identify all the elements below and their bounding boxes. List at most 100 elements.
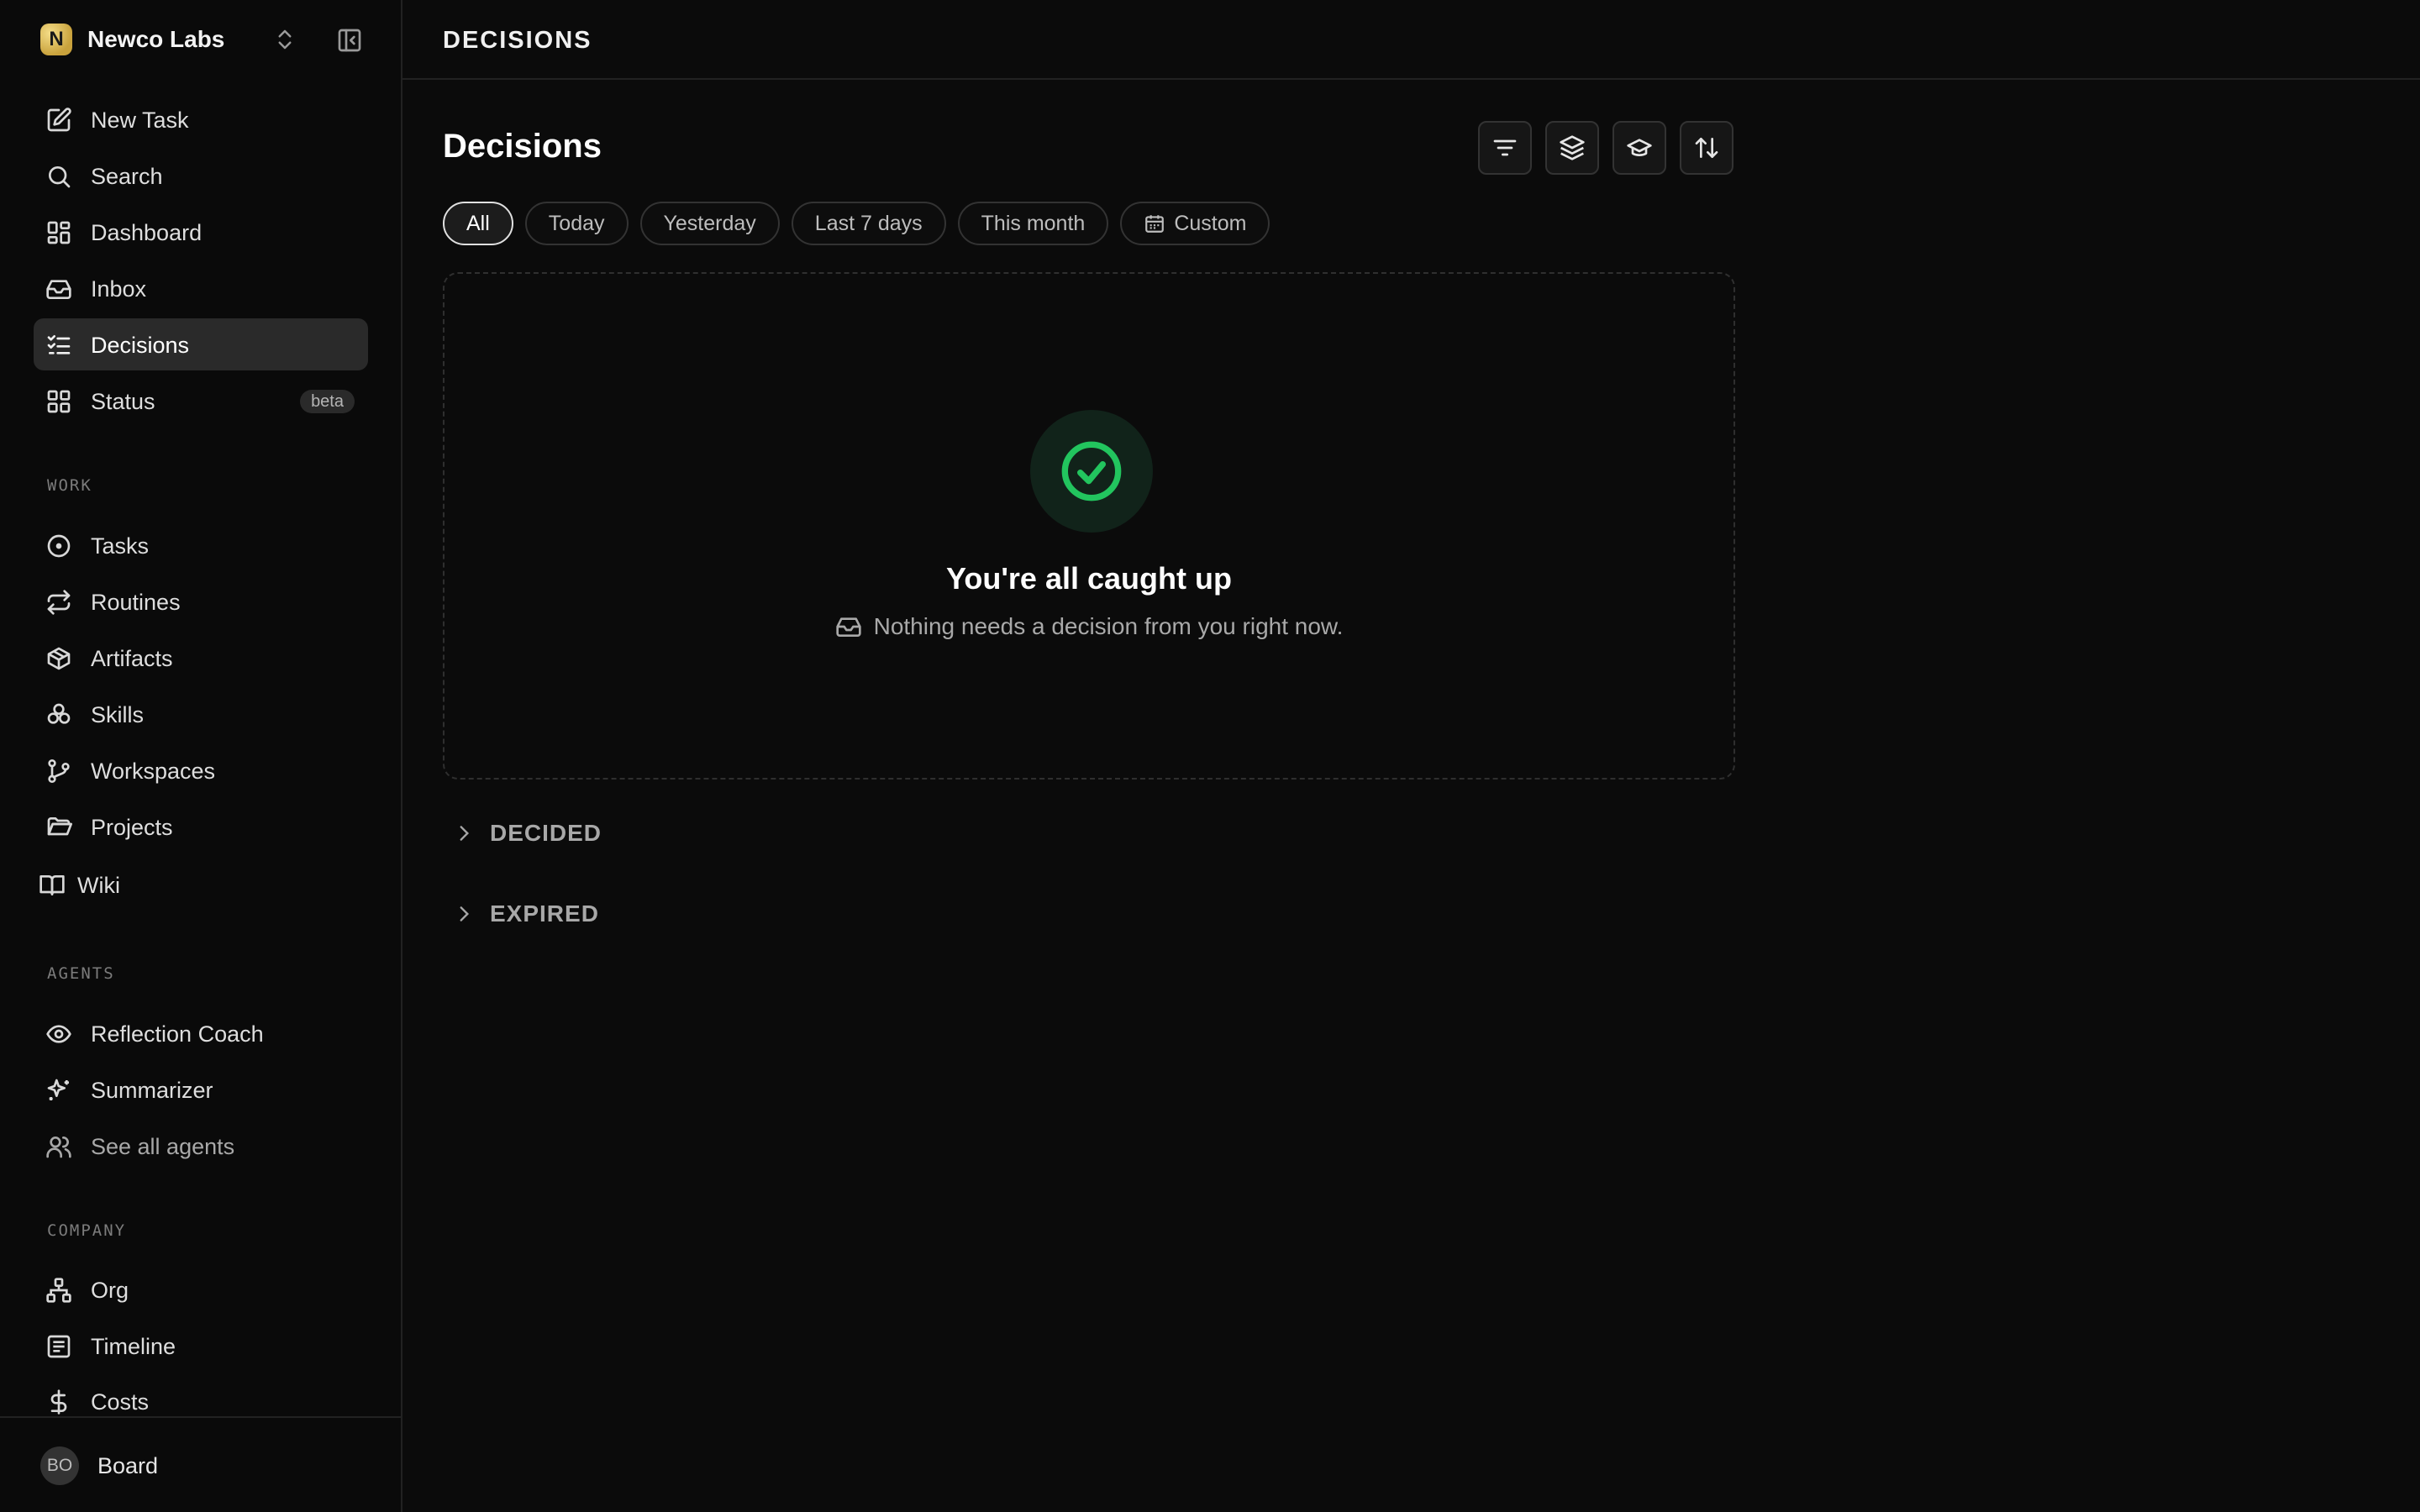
dashboard-icon	[45, 219, 72, 246]
nav-label: Org	[91, 1278, 129, 1303]
nav-see-all-agents[interactable]: See all agents	[34, 1120, 368, 1172]
filter-chip-custom[interactable]: Custom	[1120, 202, 1270, 245]
nav-label: Summarizer	[91, 1078, 213, 1103]
section-label-agents: AGENTS	[47, 964, 115, 983]
nav-label: Status	[91, 389, 155, 414]
top-bar: DECISIONS	[402, 0, 2420, 80]
nav-summarizer[interactable]: Summarizer	[34, 1063, 368, 1116]
decided-section-label: DECIDED	[490, 820, 602, 846]
org-chart-icon	[45, 1277, 72, 1304]
layers-icon	[1560, 135, 1585, 160]
avatar: BO	[40, 1446, 79, 1485]
nav-label: Projects	[91, 815, 173, 840]
nav-skills[interactable]: Skills	[34, 688, 368, 740]
date-filter-chips: All Today Yesterday Last 7 days This mon…	[443, 202, 1270, 245]
git-branch-icon	[45, 758, 72, 785]
nav-label: Costs	[91, 1389, 150, 1415]
main-content: DECISIONS Decisions All Today Yesterday …	[402, 0, 2420, 1512]
book-icon	[39, 872, 66, 899]
nav-dashboard[interactable]: Dashboard	[34, 206, 368, 258]
toolbar	[1478, 121, 1733, 175]
nav-reflection-coach[interactable]: Reflection Coach	[34, 1007, 368, 1059]
breadcrumb: DECISIONS	[443, 27, 592, 54]
filter-chip-last-7-days[interactable]: Last 7 days	[791, 202, 946, 245]
graduation-cap-icon	[1627, 139, 1652, 156]
decided-section-toggle[interactable]: DECIDED	[443, 820, 602, 847]
chevrons-up-down-icon[interactable]	[272, 27, 297, 52]
nav-label: Wiki	[77, 873, 120, 898]
nav-label: Dashboard	[91, 220, 203, 245]
empty-state-title: You're all caught up	[946, 561, 1232, 596]
nav-label: New Task	[91, 108, 189, 133]
filter-chip-all[interactable]: All	[443, 202, 513, 245]
section-label-company: COMPANY	[47, 1221, 127, 1240]
sort-button[interactable]	[1680, 121, 1733, 175]
search-icon	[45, 163, 72, 190]
nav-tasks[interactable]: Tasks	[34, 519, 368, 571]
filter-chip-today[interactable]: Today	[524, 202, 629, 245]
grid-icon	[45, 388, 72, 415]
expired-section-toggle[interactable]: EXPIRED	[443, 900, 599, 927]
sidebar-collapse-icon[interactable]	[336, 27, 363, 54]
filter-chip-this-month[interactable]: This month	[957, 202, 1109, 245]
checklist-icon	[45, 332, 72, 359]
filter-button[interactable]	[1478, 121, 1532, 175]
nav-label: Workspaces	[91, 759, 216, 784]
nav-inbox[interactable]: Inbox	[34, 262, 368, 314]
nav-org[interactable]: Org	[34, 1263, 368, 1315]
box-icon	[45, 645, 72, 672]
learn-button[interactable]	[1612, 121, 1666, 175]
nav-label: Search	[91, 164, 163, 189]
org-logo: N	[40, 24, 72, 55]
nav-label: Timeline	[91, 1334, 176, 1359]
org-name: Newco Labs	[87, 26, 225, 52]
timeline-icon	[45, 1333, 72, 1360]
edit-icon	[45, 107, 72, 134]
chevron-right-icon	[460, 906, 470, 921]
nav-workspaces[interactable]: Workspaces	[34, 744, 368, 796]
group-button[interactable]	[1545, 121, 1599, 175]
nav-status[interactable]: Status beta	[34, 375, 368, 427]
empty-state-subtitle: Nothing needs a decision from you right …	[445, 613, 1733, 640]
filter-chip-yesterday[interactable]: Yesterday	[639, 202, 780, 245]
empty-state: You're all caught up Nothing needs a dec…	[443, 272, 1735, 780]
nav-decisions[interactable]: Decisions	[34, 318, 368, 370]
user-name: Board	[97, 1453, 159, 1478]
chevron-right-icon	[460, 826, 470, 841]
eye-icon	[45, 1021, 72, 1047]
filter-icon	[1493, 139, 1517, 156]
nav-search[interactable]: Search	[34, 150, 368, 202]
section-label-work: WORK	[47, 476, 92, 495]
nav-new-task[interactable]: New Task	[34, 93, 368, 145]
nav-routines[interactable]: Routines	[34, 575, 368, 627]
nav-artifacts[interactable]: Artifacts	[34, 632, 368, 684]
folder-icon	[45, 814, 72, 841]
nav-projects[interactable]: Projects	[34, 801, 368, 853]
sidebar: N Newco Labs New Task Search Dashboard I…	[0, 0, 402, 1512]
filter-chip-label: Custom	[1174, 211, 1247, 235]
nav-label: Inbox	[91, 276, 147, 302]
nav-wiki[interactable]: Wiki	[27, 858, 361, 911]
nav-label: Tasks	[91, 533, 150, 559]
users-icon	[45, 1133, 72, 1160]
sidebar-footer[interactable]: BO Board	[0, 1416, 401, 1512]
calendar-icon	[1145, 215, 1165, 233]
inbox-icon	[45, 276, 72, 302]
dollar-icon	[45, 1389, 72, 1415]
circle-dot-icon	[45, 533, 72, 559]
check-circle-icon	[1061, 441, 1122, 501]
expired-section-label: EXPIRED	[490, 900, 599, 927]
repeat-icon	[45, 589, 72, 616]
skills-icon	[45, 701, 72, 728]
nav-label: Routines	[91, 590, 181, 615]
inbox-icon	[835, 617, 861, 637]
sort-icon	[1695, 138, 1718, 158]
page-title: Decisions	[443, 128, 602, 165]
empty-state-subtitle-text: Nothing needs a decision from you right …	[873, 613, 1344, 639]
beta-badge: beta	[300, 390, 355, 413]
sparkles-icon	[45, 1077, 72, 1104]
nav-label: Skills	[91, 702, 145, 727]
org-switcher[interactable]: N Newco Labs	[40, 22, 376, 57]
nav-timeline[interactable]: Timeline	[34, 1320, 368, 1372]
nav-label: See all agents	[91, 1134, 235, 1159]
